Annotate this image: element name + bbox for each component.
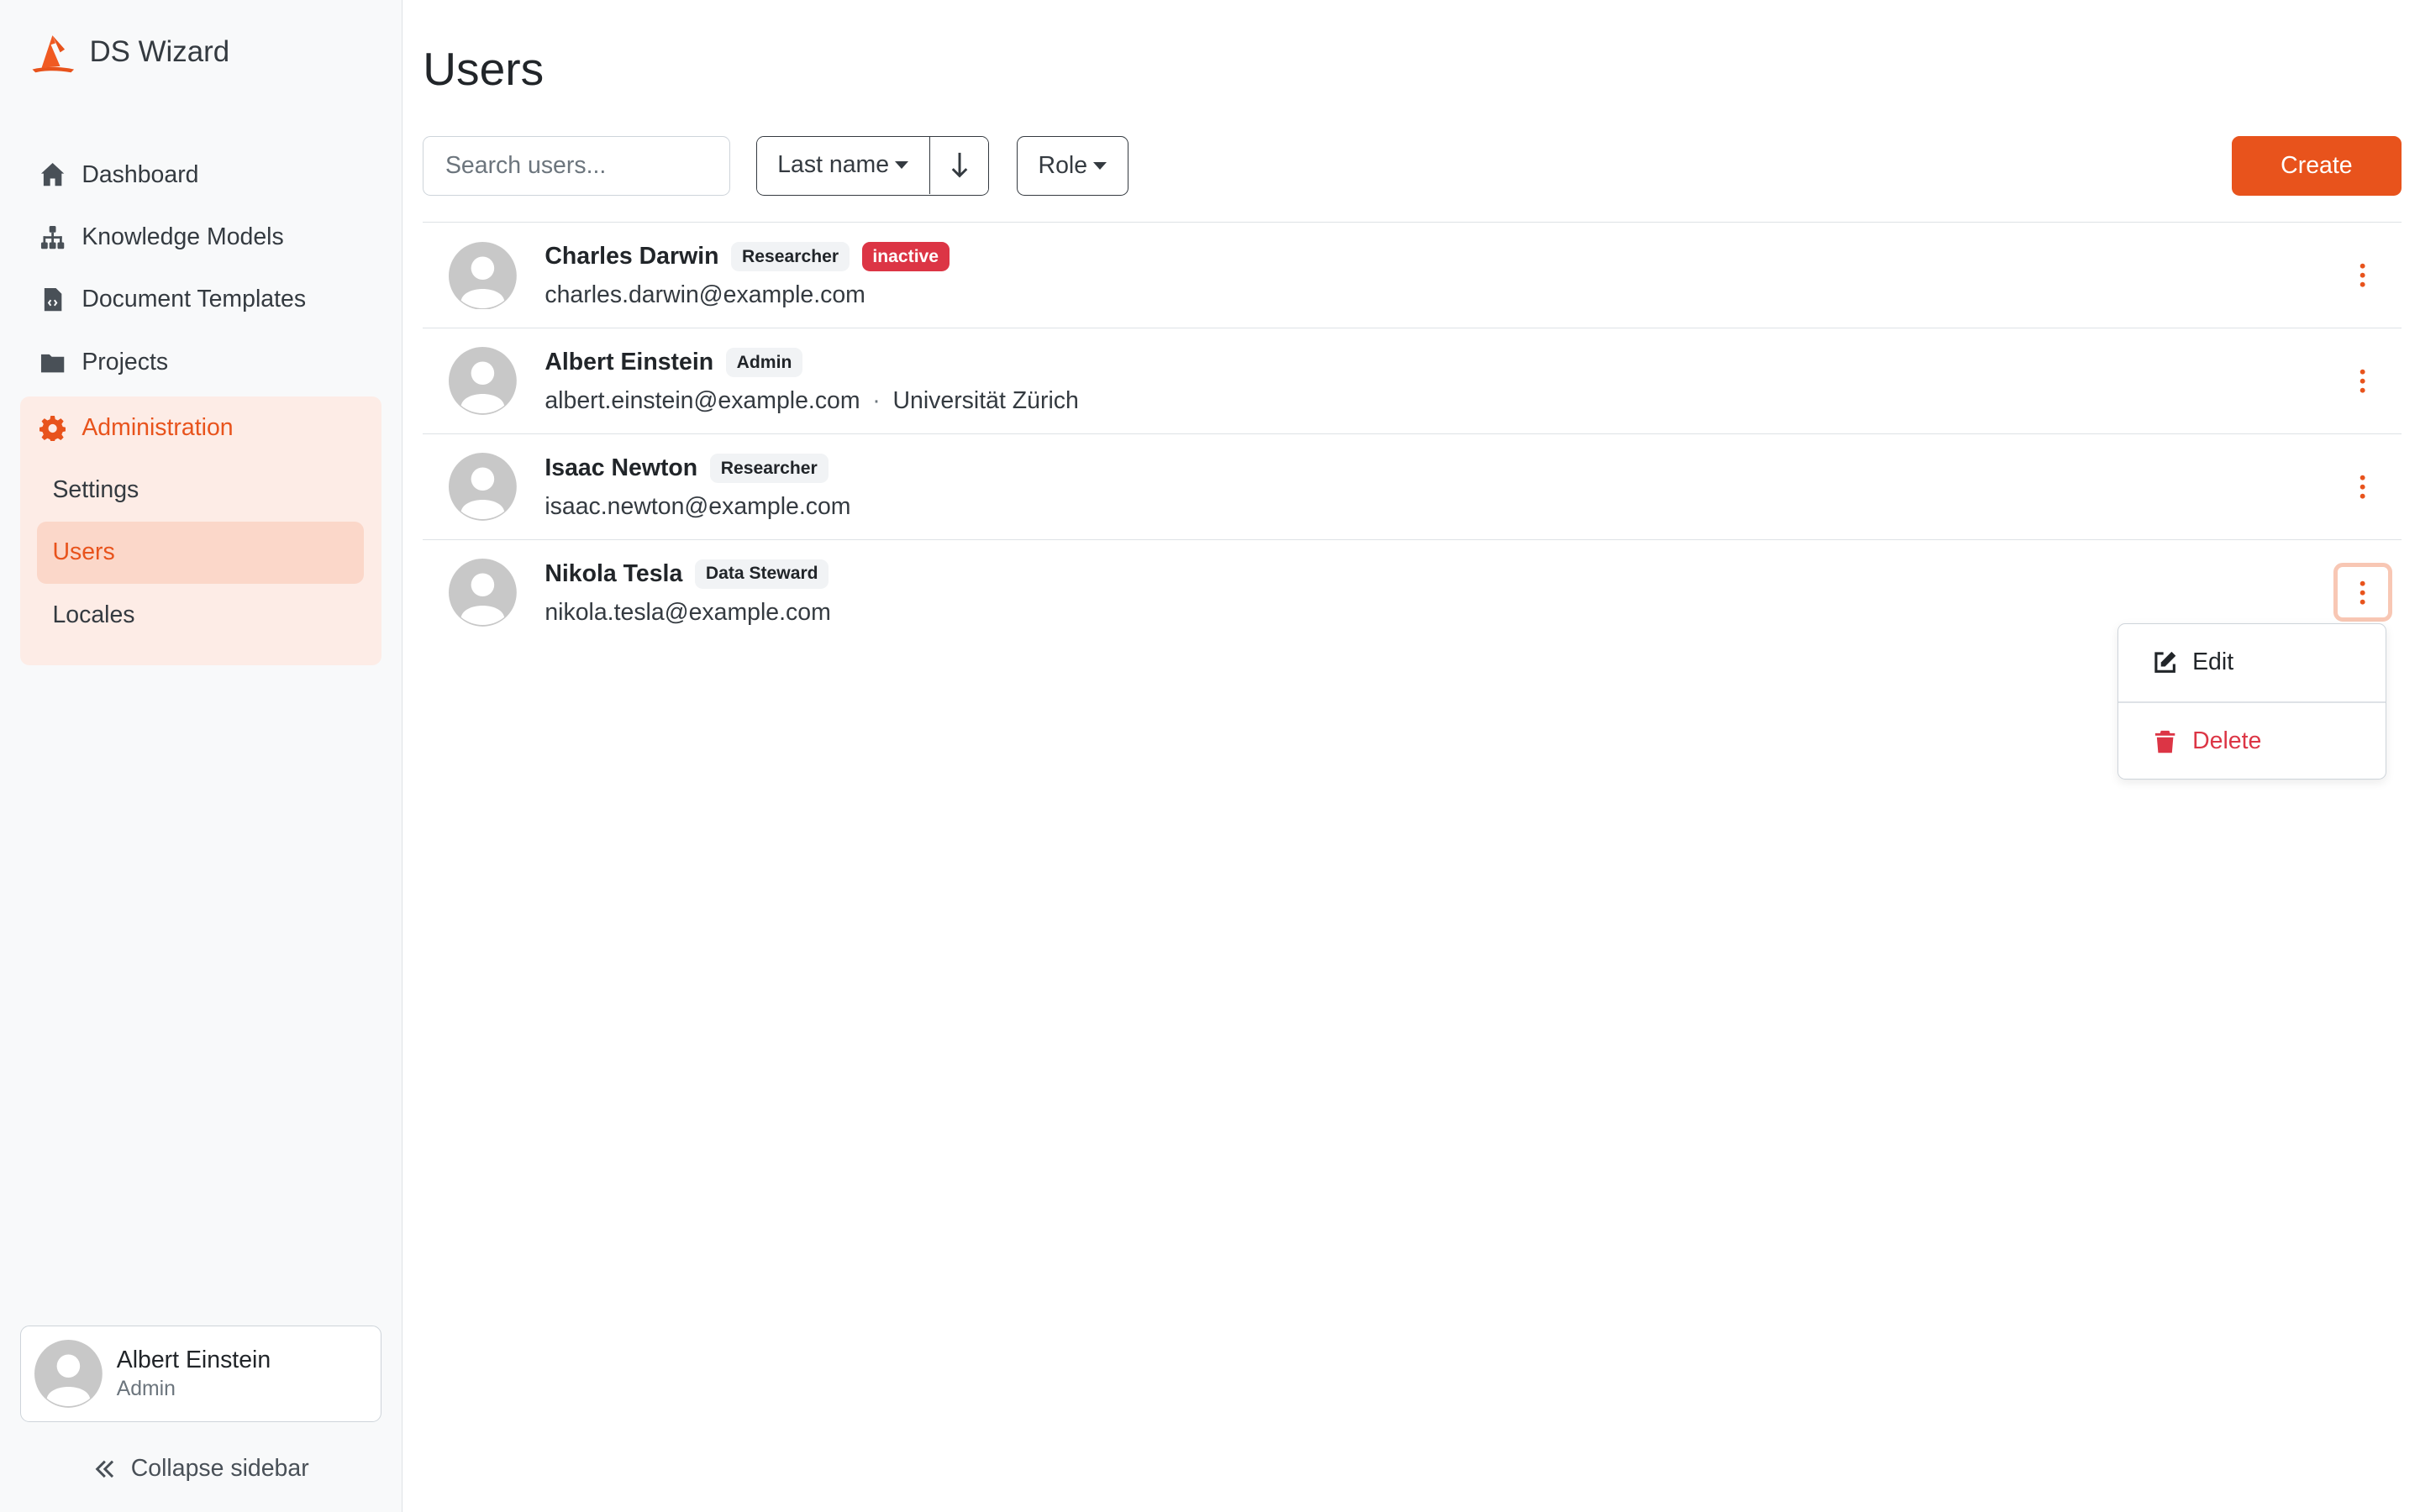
profile-name: Albert Einstein [116,1346,271,1373]
main-content: Users Last name Role Create [423,0,2402,1512]
user-affiliation: Universität Zürich [892,387,1079,415]
gear-icon [39,414,66,442]
avatar [34,1340,103,1408]
collapse-label: Collapse sidebar [130,1455,309,1483]
sort-group: Last name [755,135,990,197]
list-item: Isaac Newton Researcher isaac.newton@exa… [423,434,2402,540]
sort-field-label: Last name [777,151,890,179]
list-item: Charles Darwin Researcher inactive charl… [423,223,2402,329]
sidebar-item-users[interactable]: Users [37,521,365,585]
role-badge: Researcher [731,242,850,272]
row-actions-button[interactable] [2333,352,2392,411]
sidebar: DS Wizard Dashboard Knowledge Models Doc… [0,0,403,1512]
avatar [449,241,518,310]
menu-item-delete[interactable]: Delete [2118,703,2386,780]
separator: · [872,387,881,415]
menu-item-edit[interactable]: Edit [2118,624,2386,701]
nav-item-administration[interactable]: Administration [20,396,381,459]
avatar [449,347,518,416]
more-vertical-icon [2360,263,2365,287]
more-vertical-icon [2360,369,2365,393]
user-email: isaac.newton@example.com [544,492,851,520]
nav-label: Administration [82,413,234,441]
role-badge: Admin [725,348,803,378]
user-list: Charles Darwin Researcher inactive charl… [423,222,2402,645]
sort-field-dropdown[interactable]: Last name [756,136,930,194]
profile-menu[interactable]: Albert Einstein Admin [19,1325,381,1423]
sub-label: Locales [52,601,135,628]
status-badge: inactive [861,242,950,272]
row-actions-button[interactable] [2333,246,2392,305]
nav-item-dashboard[interactable]: Dashboard [20,144,381,206]
role-filter-dropdown[interactable]: Role [1017,135,1128,197]
more-vertical-icon [2360,475,2365,499]
nav-item-document-templates[interactable]: Document Templates [20,269,381,331]
sidebar-item-settings[interactable]: Settings [37,459,364,521]
home-icon [39,160,66,188]
file-code-icon [39,286,66,313]
nav-label: Projects [82,348,169,375]
caret-down-icon [1093,161,1107,170]
nav-item-projects[interactable]: Projects [20,331,381,393]
nav-label: Knowledge Models [82,223,284,250]
nav-label: Document Templates [82,286,307,313]
search-input[interactable] [423,135,730,197]
nav-label: Dashboard [82,160,199,188]
profile-role: Admin [116,1378,176,1401]
sub-label: Users [52,538,115,566]
caret-down-icon [895,161,909,169]
page-title: Users [423,42,544,95]
toolbar: Last name Role Create [423,135,2402,197]
menu-item-label: Edit [2192,648,2234,676]
main-nav: Dashboard Knowledge Models Document Temp… [19,144,381,665]
sitemap-icon [39,223,66,251]
avatar [449,453,518,521]
avatar [449,558,518,627]
double-chevron-left-icon [95,1460,113,1478]
user-name[interactable]: Nikola Tesla [544,560,682,588]
user-email: nikola.tesla@example.com [544,598,831,626]
list-item: Nikola Tesla Data Steward nikola.tesla@e… [423,540,2402,646]
app-name: DS Wizard [89,35,230,69]
edit-icon [2154,652,2176,674]
nav-item-knowledge-models[interactable]: Knowledge Models [20,206,381,268]
row-actions-menu: Edit Delete [2117,623,2386,780]
arrow-down-icon [951,152,967,178]
role-badge: Data Steward [694,559,829,589]
user-name[interactable]: Charles Darwin [544,243,718,270]
more-vertical-icon [2360,580,2365,605]
row-actions-button[interactable] [2333,563,2392,622]
collapse-sidebar-button[interactable]: Collapse sidebar [0,1447,402,1490]
sub-label: Settings [52,476,139,504]
user-email: albert.einstein@example.com [544,387,860,415]
admin-nav-group: Administration Settings Users Locales [19,396,381,665]
create-button[interactable]: Create [2231,135,2402,197]
row-actions-button[interactable] [2333,458,2392,517]
menu-item-label: Delete [2192,727,2262,755]
user-name[interactable]: Albert Einstein [544,349,713,376]
wizard-hat-icon [32,35,75,73]
sort-direction-button[interactable] [929,136,989,194]
role-filter-label: Role [1038,151,1088,179]
app-logo[interactable]: DS Wizard [28,28,229,77]
role-badge: Researcher [709,454,829,483]
list-item: Albert Einstein Admin albert.einstein@ex… [423,328,2402,435]
sidebar-item-locales[interactable]: Locales [37,584,364,646]
user-name[interactable]: Isaac Newton [544,454,697,482]
trash-icon [2155,730,2175,753]
folder-icon [39,349,66,376]
user-email: charles.darwin@example.com [544,281,865,309]
